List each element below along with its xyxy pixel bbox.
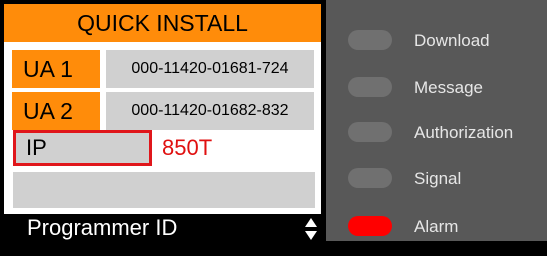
indicator-label: Download [414,31,490,50]
signal-led-icon [348,168,392,188]
status-panel: Download Message Authorization Signal Al… [326,0,547,241]
indicator-label: Alarm [414,217,459,236]
footer-label: Programmer ID [27,214,178,240]
indicator-download: Download [326,30,547,70]
indicator-signal: Signal [326,168,547,208]
download-led-icon [348,30,392,50]
ua1-value: 000-11420-01681-724 [106,50,314,88]
ua2-value: 000-11420-01682-832 [106,92,314,130]
indicator-label: Message [414,78,483,97]
alarm-led-icon [348,216,392,236]
indicator-alarm: Alarm [326,216,547,256]
indicator-message: Message [326,77,547,117]
screen-title: QUICK INSTALL [4,4,321,42]
device-screen: QUICK INSTALL UA 1 000-11420-01681-724 U… [0,0,326,241]
up-down-arrows-icon[interactable] [305,218,317,240]
indicator-label: Authorization [414,123,514,142]
indicator-authorization: Authorization [326,122,547,162]
authorization-led-icon [348,122,392,142]
message-led-icon [348,77,392,97]
menu-panel: UA 1 000-11420-01681-724 UA 2 000-11420-… [4,42,321,214]
ua1-label[interactable]: UA 1 [12,50,100,88]
indicator-label: Signal [414,169,462,188]
empty-field[interactable] [13,172,315,208]
ip-field-selected[interactable]: IP [13,130,152,166]
ip-value: 850T [162,135,213,160]
ua2-label[interactable]: UA 2 [12,92,100,130]
